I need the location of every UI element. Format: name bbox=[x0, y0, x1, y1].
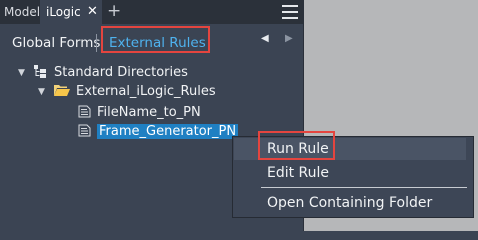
subtab-divider bbox=[96, 34, 97, 52]
rule-file-icon bbox=[78, 124, 91, 137]
rule-file-icon bbox=[78, 105, 91, 118]
tab-bar: Model iLogic ✕ + bbox=[0, 0, 303, 24]
menu-separator bbox=[261, 187, 467, 188]
expand-arrow-icon[interactable]: ▼ bbox=[38, 83, 45, 101]
tree-label: FileName_to_PN bbox=[97, 105, 201, 120]
scroll-right-icon[interactable]: ▶ bbox=[285, 33, 293, 44]
tree-item-rule-selected[interactable]: Frame_Generator_PN bbox=[78, 123, 239, 141]
tree-label: Standard Directories bbox=[54, 65, 188, 80]
menu-item-open-containing-folder[interactable]: Open Containing Folder bbox=[267, 194, 432, 212]
tree-label: External_iLogic_Rules bbox=[76, 84, 216, 99]
tab-model[interactable]: Model bbox=[4, 0, 40, 24]
directory-tree-icon bbox=[34, 65, 46, 78]
annotation-highlight-run-rule bbox=[258, 131, 335, 160]
tree-item-rule[interactable]: FileName_to_PN bbox=[78, 104, 201, 122]
subtab-global-forms[interactable]: Global Forms bbox=[12, 35, 100, 51]
hamburger-menu-icon[interactable] bbox=[282, 5, 298, 19]
folder-open-icon bbox=[54, 85, 70, 96]
tree-label-selected: Frame_Generator_PN bbox=[97, 124, 239, 139]
add-tab-icon[interactable]: + bbox=[107, 0, 121, 23]
scroll-left-icon[interactable]: ◀ bbox=[261, 33, 269, 44]
menu-item-edit-rule[interactable]: Edit Rule bbox=[267, 164, 329, 182]
expand-arrow-icon[interactable]: ▼ bbox=[18, 64, 25, 82]
annotation-highlight-external-rules bbox=[101, 26, 210, 53]
close-icon[interactable]: ✕ bbox=[87, 0, 98, 24]
